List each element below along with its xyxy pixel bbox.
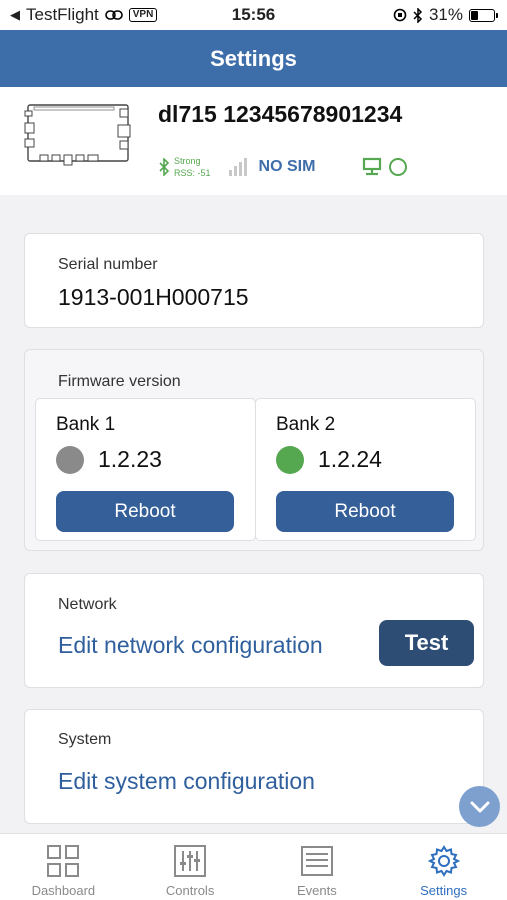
signal-rss: RSS: -51 xyxy=(174,168,211,178)
connection-icons xyxy=(362,157,407,177)
cellular-bars-icon xyxy=(228,158,247,176)
battery-fill xyxy=(471,10,479,20)
bank-1-reboot-button[interactable]: Reboot xyxy=(56,491,234,532)
bank-2-panel: Bank 2 1.2.24 Reboot xyxy=(255,398,476,541)
sim-status: NO SIM xyxy=(258,158,316,175)
firmware-card: Firmware version Bank 1 1.2.23 Reboot Ba… xyxy=(24,349,484,551)
tab-dashboard[interactable]: Dashboard xyxy=(0,834,127,900)
tab-settings-label: Settings xyxy=(420,883,468,898)
signal-strength-text: Strong RSS: -51 xyxy=(174,155,211,179)
status-bar-right: 31% xyxy=(393,5,498,25)
system-label: System xyxy=(58,731,112,748)
battery-percent: 31% xyxy=(428,5,463,24)
device-summary: dl715 12345678901234 Strong RSS: -51 NO … xyxy=(0,87,507,195)
firmware-label: Firmware version xyxy=(58,373,181,390)
system-card: System Edit system configuration xyxy=(24,709,484,824)
connection-status-icon xyxy=(389,158,407,176)
bank-2-reboot-button[interactable]: Reboot xyxy=(276,491,454,532)
tab-dashboard-label: Dashboard xyxy=(31,883,96,898)
bank-2-status-dot xyxy=(276,446,304,474)
bluetooth-icon xyxy=(413,7,423,23)
serial-label: Serial number xyxy=(58,256,158,273)
status-bar: ◀ TestFlight VPN 15:56 31% xyxy=(0,0,507,30)
ethernet-icon xyxy=(362,157,382,176)
events-icon xyxy=(300,846,333,876)
network-label: Network xyxy=(58,596,117,613)
chevron-down-icon xyxy=(470,801,489,812)
bank-1-version: 1.2.23 xyxy=(98,446,162,472)
tab-settings[interactable]: Settings xyxy=(380,834,507,900)
test-button[interactable]: Test xyxy=(379,620,474,666)
settings-icon xyxy=(427,845,460,877)
tab-events-label: Events xyxy=(297,883,337,898)
tab-controls-label: Controls xyxy=(165,883,215,898)
signal-status: Strong RSS: -51 NO SIM xyxy=(158,155,315,179)
device-board-icon xyxy=(24,104,131,166)
serial-value: 1913-001H000715 xyxy=(58,284,249,310)
battery-icon xyxy=(469,8,498,22)
bank-2-version: 1.2.24 xyxy=(318,446,382,472)
edit-network-link[interactable]: Edit network configuration xyxy=(58,632,323,659)
serial-card: Serial number 1913-001H000715 xyxy=(24,233,484,328)
tab-bar: Dashboard Controls Events Settings xyxy=(0,833,507,900)
device-name: dl715 12345678901234 xyxy=(158,101,403,127)
tab-events[interactable]: Events xyxy=(254,834,381,900)
bank-2-title: Bank 2 xyxy=(276,414,336,435)
header: Settings xyxy=(0,30,507,87)
bank-1-title: Bank 1 xyxy=(56,414,116,435)
edit-system-link[interactable]: Edit system configuration xyxy=(58,768,315,795)
signal-strength: Strong xyxy=(174,156,201,166)
scroll-down-button[interactable] xyxy=(459,786,500,827)
page-title: Settings xyxy=(210,46,297,71)
network-card: Network Edit network configuration Test xyxy=(24,573,484,688)
bank-1-panel: Bank 1 1.2.23 Reboot xyxy=(35,398,256,541)
tab-controls[interactable]: Controls xyxy=(127,834,254,900)
controls-icon xyxy=(174,845,207,877)
bank-1-status-dot xyxy=(56,446,84,474)
rotation-lock-icon xyxy=(393,8,407,22)
bluetooth-signal-icon xyxy=(159,158,170,176)
dashboard-icon xyxy=(47,845,80,877)
